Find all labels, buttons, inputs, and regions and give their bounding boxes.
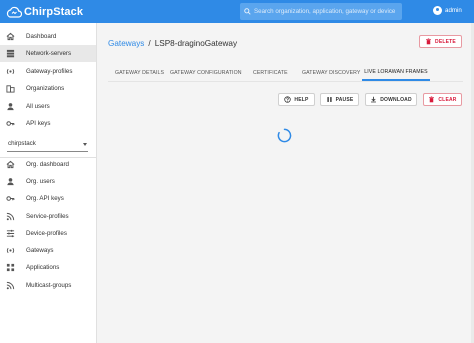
search-input[interactable] [254,8,402,15]
tab-certificate[interactable]: CERTIFICATE [253,64,288,81]
rss-icon [6,281,15,290]
cloud-logo-icon [6,6,22,18]
sidebar-item-label: Service-profiles [26,213,69,220]
user-menu[interactable]: admin [433,6,462,15]
delete-button-label: DELETE [435,38,456,45]
key-icon [6,196,15,201]
clear-button[interactable]: CLEAR [423,93,462,106]
sidebar-item-gateway-profiles[interactable]: Gateway-profiles [0,63,96,80]
breadcrumb-separator: / [148,39,151,48]
sidebar-item-all-users[interactable]: All users [0,98,96,115]
download-button-label: DOWNLOAD [380,96,412,103]
sidebar-item-service-profiles[interactable]: Service-profiles [0,208,96,225]
delete-icon [426,38,431,45]
tab-label: GATEWAY DISCOVERY [302,69,361,76]
tab-gateway-details[interactable]: GATEWAY DETAILS [115,64,164,81]
sidebar-item-label: API keys [26,120,51,127]
user-name: admin [445,7,462,14]
app-name: ChirpStack [24,5,84,18]
sidebar-item-label: All users [26,103,50,110]
pause-icon [326,97,332,102]
sidebar-item-gateways[interactable]: Gateways [0,242,96,259]
sidebar-item-label: Org. API keys [26,195,64,202]
search-icon [244,8,251,15]
help-button[interactable]: HELP [278,93,315,106]
radio-tower-icon [6,247,15,254]
account-circle-icon [433,6,442,15]
caret-down-icon [83,143,87,146]
tab-label: GATEWAY DETAILS [115,69,165,76]
sidebar-item-label: Dashboard [26,33,57,40]
sidebar-item-label: Gateways [26,247,54,254]
sidebar-item-label: Applications [26,264,60,271]
sidebar-item-network-servers[interactable]: Network-servers [0,45,96,62]
tab-gateway-discovery[interactable]: GATEWAY DISCOVERY [302,64,360,81]
sidebar-item-org-api-keys[interactable]: Org. API keys [0,190,96,207]
help-button-label: HELP [294,96,309,103]
home-icon [6,32,15,41]
sidebar-item-label: Multicast-groups [26,282,72,289]
key-icon [6,121,15,126]
download-button[interactable]: DOWNLOAD [365,93,417,106]
sidebar-item-api-keys[interactable]: API keys [0,115,96,132]
help-circle-icon [284,96,292,103]
app-bar: ChirpStack admin [0,0,474,23]
pause-button[interactable]: PAUSE [320,93,359,106]
tab-label: LIVE LORAWAN FRAMES [364,68,428,75]
chirpstack-logo[interactable]: ChirpStack [6,3,83,20]
clear-button-label: CLEAR [438,96,457,103]
sidebar-item-label: Gateway-profiles [26,68,73,75]
radio-tower-icon [6,68,15,75]
delete-button[interactable]: DELETE [419,35,462,48]
breadcrumb: Gateways / LSP8-draginoGateway [108,39,237,48]
sidebar-item-multicast-groups[interactable]: Multicast-groups [0,277,96,294]
sidebar-item-label: Org. dashboard [26,161,69,168]
organization-select[interactable]: chirpstack [7,139,88,152]
home-icon [6,160,15,169]
sidebar-item-org-users[interactable]: Org. users [0,173,96,190]
apps-icon [6,263,15,272]
domain-icon [6,85,15,93]
sidebar-item-applications[interactable]: Applications [0,259,96,276]
pause-button-label: PAUSE [335,96,354,103]
page-title: LSP8-draginoGateway [154,39,238,48]
tabs-divider [108,81,463,82]
loading-spinner-icon [277,128,292,143]
sidebar-item-label: Network-servers [26,50,72,57]
organization-select-value: chirpstack [8,140,36,147]
delete-icon [429,96,435,103]
tab-gateway-configuration[interactable]: GATEWAY CONFIGURATION [170,64,242,81]
search-box[interactable] [240,3,402,20]
sidebar-item-label: Organizations [26,85,65,92]
sidebar-item-org-dashboard[interactable]: Org. dashboard [0,156,96,173]
breadcrumb-gateways-link[interactable]: Gateways [108,39,144,48]
sidebar-item-label: Device-profiles [26,230,67,237]
sidebar-item-dashboard[interactable]: Dashboard [0,28,96,45]
account-icon [7,103,14,111]
account-icon [7,178,14,186]
sidebar-item-device-profiles[interactable]: Device-profiles [0,225,96,242]
sidebar-item-label: Org. users [26,178,55,185]
sidebar-item-organizations[interactable]: Organizations [0,80,96,97]
tune-icon [6,229,15,238]
tab-live-lorawan-frames[interactable]: LIVE LORAWAN FRAMES [362,64,430,81]
rss-icon [6,212,15,221]
sidebar: Dashboard Network-servers Gateway-profil… [0,23,97,343]
tab-label: GATEWAY CONFIGURATION [170,69,242,76]
tab-label: CERTIFICATE [253,69,288,76]
download-icon [371,96,377,103]
gateway-tabs: GATEWAY DETAILS GATEWAY CONFIGURATION CE… [108,64,433,81]
server-icon [6,49,15,58]
